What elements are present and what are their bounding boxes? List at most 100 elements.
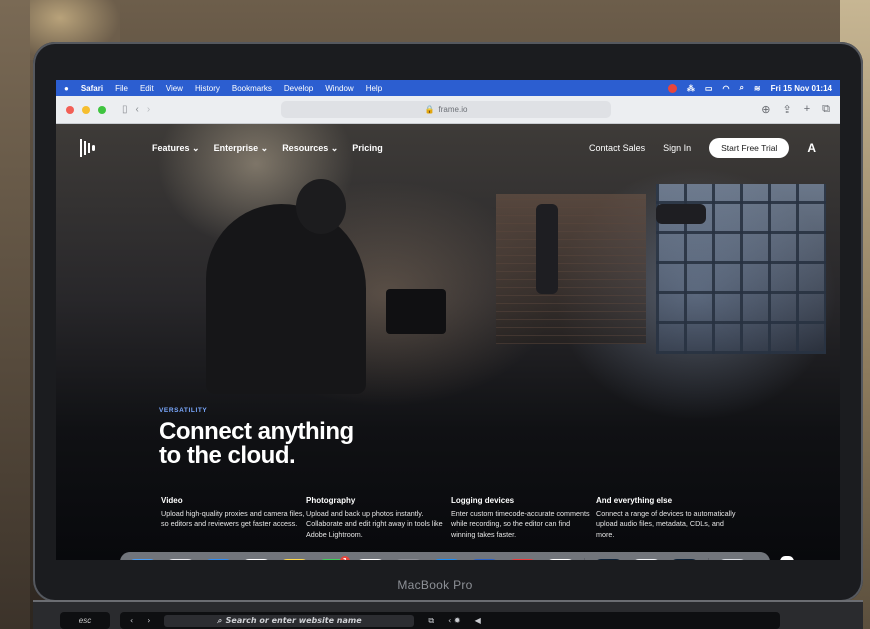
notes-icon[interactable]: ≡ xyxy=(280,558,309,560)
touch-bar: ‹ › ⌕ Search or enter website name ⧉ ‹ ✹… xyxy=(120,612,780,629)
menu-item-file[interactable]: File xyxy=(115,84,128,93)
chevron-down-icon: ⌄ xyxy=(192,142,200,153)
sign-in-link[interactable]: Sign In xyxy=(663,143,691,153)
nav-resources[interactable]: Resources ⌄ xyxy=(282,143,338,154)
menu-item-window[interactable]: Window xyxy=(325,84,353,93)
touchbar-search[interactable]: ⌕ Search or enter website name xyxy=(164,614,415,627)
macos-menu-bar: ● Safari File Edit View History Bookmark… xyxy=(56,80,840,96)
word-icon[interactable]: W xyxy=(470,558,499,560)
trash-icon[interactable]: 🗑 xyxy=(718,558,747,560)
messages-icon[interactable]: ●1 xyxy=(318,555,350,560)
app-store-icon[interactable]: A xyxy=(432,558,461,560)
safari-toolbar: ▯ ‹ › 🔒 frame.io ⊕ ⇪ + ⧉ xyxy=(56,96,840,124)
nav-right: Contact Sales Sign In Start Free Trial A xyxy=(589,138,816,158)
esc-key[interactable]: esc xyxy=(60,612,110,629)
touchbar-search-text: Search or enter website name xyxy=(225,616,362,625)
safari-toolbar-actions: ⊕ ⇪ + ⧉ xyxy=(761,103,830,116)
start-free-trial-button[interactable]: Start Free Trial xyxy=(709,138,790,158)
downloads-icon[interactable]: ⊕ xyxy=(761,103,770,116)
menu-item-view[interactable]: View xyxy=(166,84,183,93)
menubar-status-area: ⁂ ▭ ◠ ⌕ ≋ Fri 15 Nov 01:14 xyxy=(667,83,832,93)
contact-sales-link[interactable]: Contact Sales xyxy=(589,143,645,153)
feature-body: Connect a range of devices to automatica… xyxy=(596,509,736,539)
feature-title: And everything else xyxy=(596,496,673,505)
minimize-window-button[interactable] xyxy=(82,105,90,114)
chat-bubble-icon[interactable] xyxy=(780,556,794,560)
touchbar-back-icon[interactable]: ‹ xyxy=(130,616,133,625)
hero-headline-line-1: Connect anything xyxy=(159,418,354,445)
menubar-clock[interactable]: Fri 15 Nov 01:14 xyxy=(771,84,832,93)
photo-dancer-leg-2 xyxy=(656,204,706,224)
slack-icon[interactable]: # xyxy=(546,558,575,560)
lightroom-icon[interactable]: Lr xyxy=(670,558,699,560)
adobe-logo-icon[interactable]: A xyxy=(807,141,816,155)
nav-links: Features ⌄ Enterprise ⌄ Resources ⌄ Pric… xyxy=(152,143,383,154)
address-bar[interactable]: 🔒 frame.io xyxy=(281,101,611,118)
frameio-page: Features ⌄ Enterprise ⌄ Resources ⌄ Pric… xyxy=(56,124,840,560)
laptop-screen: ● Safari File Edit View History Bookmark… xyxy=(56,80,840,560)
feature-logging-devices: Logging devices Enter custom timecode-ac… xyxy=(451,496,596,540)
search-icon: ⌕ xyxy=(217,615,222,625)
menu-item-bookmarks[interactable]: Bookmarks xyxy=(232,84,272,93)
feature-columns: Video Upload high-quality proxies and ca… xyxy=(161,496,761,540)
feature-title: Logging devices xyxy=(451,496,515,505)
spotlight-search-icon[interactable]: ⌕ xyxy=(739,83,743,93)
tab-overview-icon[interactable]: ⧉ xyxy=(822,103,830,116)
menu-item-safari[interactable]: Safari xyxy=(81,84,103,93)
new-tab-icon[interactable]: + xyxy=(804,103,810,116)
photo-person-silhouette xyxy=(206,204,366,394)
control-icon[interactable]: ⁂ xyxy=(687,84,695,93)
finder-icon[interactable]: ☺ xyxy=(128,558,157,560)
touchbar-volume-icon[interactable]: ◀ xyxy=(475,616,481,625)
menu-item-edit[interactable]: Edit xyxy=(140,84,154,93)
wifi-icon[interactable]: ◠ xyxy=(722,84,729,93)
zoom-window-button[interactable] xyxy=(98,105,106,114)
back-icon[interactable]: ‹ xyxy=(136,104,139,115)
menu-item-history[interactable]: History xyxy=(195,84,220,93)
safari-icon[interactable]: ⊘ xyxy=(204,558,233,560)
chevron-down-icon: ⌄ xyxy=(260,142,269,153)
section-eyebrow: VERSATILITY xyxy=(159,407,208,414)
launchpad-icon[interactable]: ▦ xyxy=(166,558,195,560)
site-navigation: Features ⌄ Enterprise ⌄ Resources ⌄ Pric… xyxy=(56,124,840,172)
close-window-button[interactable] xyxy=(66,105,74,114)
photos-icon[interactable]: ✿ xyxy=(356,558,385,560)
frameio-logo[interactable] xyxy=(80,138,106,158)
battery-icon[interactable]: ▭ xyxy=(705,84,713,93)
system-settings-icon[interactable]: ⚙ xyxy=(394,558,423,560)
menu-item-help[interactable]: Help xyxy=(366,84,382,93)
forward-icon[interactable]: › xyxy=(147,104,150,115)
sidebar-toggle-icon[interactable]: ▯ xyxy=(122,104,128,115)
photoshop-icon[interactable]: Ps xyxy=(594,558,623,560)
feature-body: Upload high-quality proxies and camera f… xyxy=(161,509,305,529)
feature-video: Video Upload high-quality proxies and ca… xyxy=(161,496,306,540)
touchbar-tabs-icon[interactable]: ⧉ xyxy=(428,616,434,626)
photo-dancer-leg xyxy=(536,204,558,294)
menu-item-develop[interactable]: Develop xyxy=(284,84,313,93)
feature-body: Enter custom timecode-accurate comments … xyxy=(451,509,590,539)
macos-dock: ☺ ▦ ⊘ NOV15 ≡ ●1 ✿ ⚙ A W ⁂ # Ps ✎ Lr 🗑 xyxy=(120,552,770,560)
background-wall-left xyxy=(0,0,30,629)
address-text: frame.io xyxy=(438,105,468,114)
hero-headline: Connect anything to the cloud. xyxy=(159,420,419,468)
feature-everything-else: And everything else Connect a range of d… xyxy=(596,496,741,540)
recording-icon[interactable] xyxy=(667,83,677,93)
nav-enterprise[interactable]: Enterprise ⌄ xyxy=(214,143,269,154)
photo-brick-wall xyxy=(496,194,646,344)
control-center-icon[interactable]: ≋ xyxy=(754,84,761,93)
apple-menu-icon[interactable]: ● xyxy=(64,84,69,93)
feature-body: Upload and back up photos instantly. Col… xyxy=(306,509,443,539)
macbook-model-label: MacBook Pro xyxy=(397,578,473,592)
share-icon[interactable]: ⇪ xyxy=(782,103,791,116)
photo-person-head xyxy=(296,179,346,234)
nav-features[interactable]: Features ⌄ xyxy=(152,143,200,154)
creative-cloud-icon[interactable]: ⁂ xyxy=(508,558,537,560)
dock-separator xyxy=(584,558,585,560)
touchbar-brightness-icon[interactable]: ‹ ✹ xyxy=(448,616,460,625)
nav-pricing[interactable]: Pricing xyxy=(352,143,383,154)
calendar-icon[interactable]: NOV15 xyxy=(242,558,271,560)
feature-title: Video xyxy=(161,496,183,505)
feature-photography: Photography Upload and back up photos in… xyxy=(306,496,451,540)
textedit-icon[interactable]: ✎ xyxy=(632,558,661,560)
touchbar-forward-icon[interactable]: › xyxy=(147,616,150,625)
